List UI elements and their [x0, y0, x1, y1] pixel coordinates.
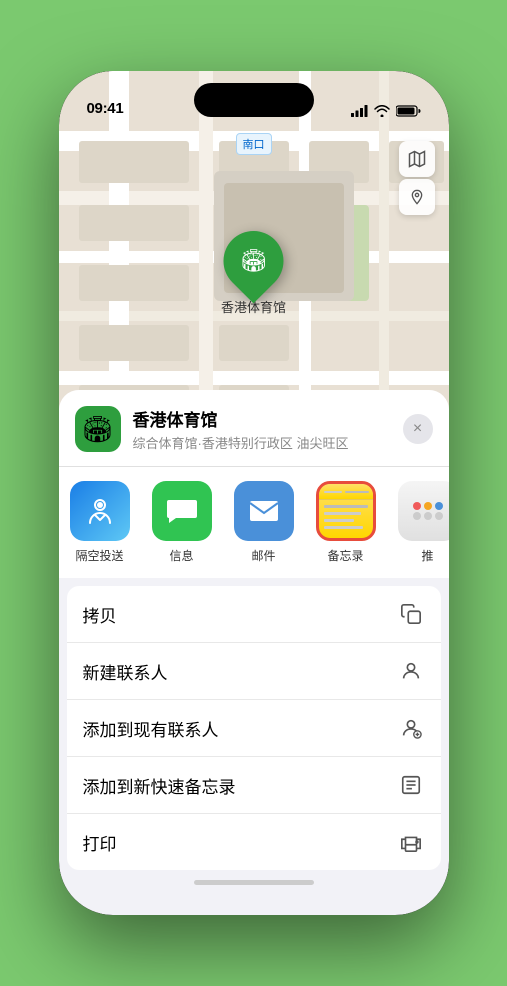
place-subtitle: 综合体育馆·香港特别行政区 油尖旺区: [133, 433, 391, 452]
mail-icon: [234, 481, 294, 541]
signal-icon: [351, 105, 368, 117]
messages-icon: [152, 481, 212, 541]
airdrop-label: 隔空投送: [75, 547, 123, 564]
dynamic-island: [194, 83, 314, 117]
share-app-more[interactable]: 推: [387, 481, 449, 564]
print-icon: [397, 828, 425, 856]
action-row-copy[interactable]: 拷贝: [67, 586, 441, 643]
place-info: 香港体育馆 综合体育馆·香港特别行政区 油尖旺区: [133, 406, 391, 452]
new-contact-icon: [397, 657, 425, 685]
share-app-airdrop[interactable]: 隔空投送: [59, 481, 141, 564]
notes-icon: [316, 481, 376, 541]
location-button[interactable]: [399, 179, 435, 215]
action-row-add-existing[interactable]: 添加到现有联系人: [67, 700, 441, 757]
stadium-marker: 🏟 香港体育馆: [221, 231, 286, 316]
quick-note-label: 添加到新快速备忘录: [83, 773, 236, 798]
copy-label: 拷贝: [83, 602, 117, 627]
wifi-icon: [374, 105, 390, 117]
phone-screen: 南口 🏟 香港体育馆: [59, 71, 449, 915]
map-type-button[interactable]: [399, 141, 435, 177]
share-app-mail[interactable]: 邮件: [223, 481, 305, 564]
share-apps-row: 隔空投送 信息: [59, 467, 449, 578]
battery-icon: [396, 105, 421, 117]
add-existing-label: 添加到现有联系人: [83, 716, 219, 741]
status-icons: [351, 105, 421, 117]
phone-frame: 南口 🏟 香港体育馆: [59, 71, 449, 915]
add-existing-icon: [397, 714, 425, 742]
more-label: 推: [421, 547, 433, 564]
place-icon: 🏟: [75, 406, 121, 452]
more-icon: [398, 481, 449, 541]
notes-label: 备忘录: [327, 547, 363, 564]
messages-label: 信息: [169, 547, 193, 564]
airdrop-icon: [70, 481, 130, 541]
print-label: 打印: [83, 830, 117, 855]
map-label: 南口: [236, 133, 272, 155]
new-contact-label: 新建联系人: [83, 659, 168, 684]
share-app-notes[interactable]: 备忘录: [305, 481, 387, 564]
place-name: 香港体育馆: [133, 406, 391, 431]
place-header: 🏟 香港体育馆 综合体育馆·香港特别行政区 油尖旺区 ×: [59, 390, 449, 467]
quick-note-icon: [397, 771, 425, 799]
copy-icon: [397, 600, 425, 628]
status-time: 09:41: [87, 100, 124, 117]
action-row-quick-note[interactable]: 添加到新快速备忘录: [67, 757, 441, 814]
bottom-sheet: 🏟 香港体育馆 综合体育馆·香港特别行政区 油尖旺区 ×: [59, 390, 449, 915]
share-app-messages[interactable]: 信息: [141, 481, 223, 564]
mail-label: 邮件: [251, 547, 275, 564]
action-row-print[interactable]: 打印: [67, 814, 441, 870]
close-button[interactable]: ×: [403, 414, 433, 444]
home-indicator: [59, 880, 449, 885]
action-rows: 拷贝 新建联系人: [67, 586, 441, 870]
map-controls: [399, 141, 435, 215]
action-row-new-contact[interactable]: 新建联系人: [67, 643, 441, 700]
